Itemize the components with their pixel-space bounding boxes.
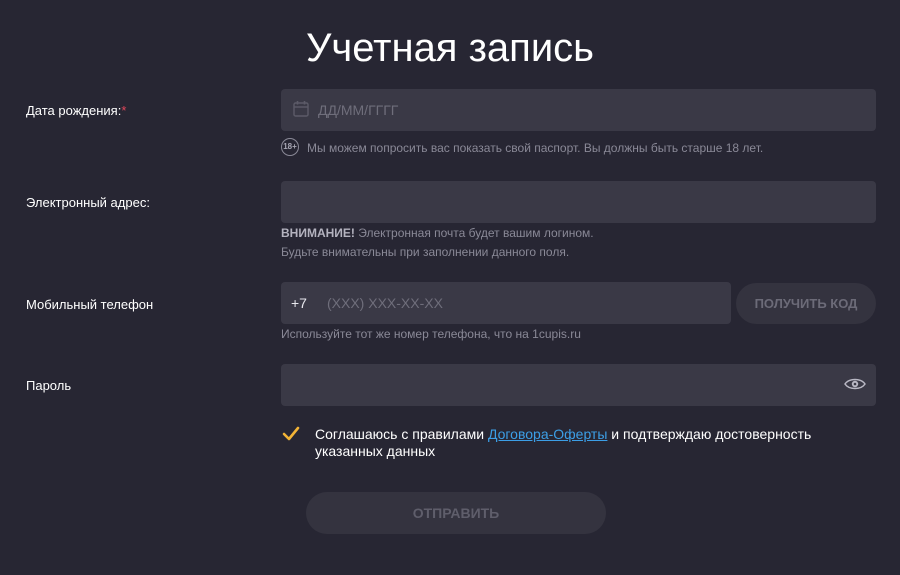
phone-label: Мобильный телефон [26, 297, 154, 312]
page-title: Учетная запись [305, 26, 595, 70]
submit-button[interactable]: ОТПРАВИТЬ [306, 492, 606, 534]
birth-date-label: Дата рождения:* [26, 103, 126, 119]
birth-date-hint: Мы можем попросить вас показать свой пас… [307, 141, 764, 155]
birth-date-label-text: Дата рождения: [26, 103, 122, 118]
age-18-icon: 18+ [281, 138, 299, 156]
birth-date-placeholder: ДД/ММ/ГГГГ [318, 102, 399, 118]
password-input[interactable] [281, 364, 876, 406]
phone-placeholder: (XXX) XXX-XX-XX [327, 295, 443, 311]
email-input[interactable] [281, 181, 876, 223]
email-warning: ВНИМАНИЕ! Электронная почта будет вашим … [281, 224, 594, 243]
phone-hint: Используйте тот же номер телефона, что н… [281, 327, 581, 341]
phone-input[interactable]: +7 (XXX) XXX-XX-XX [281, 282, 731, 324]
password-label: Пароль [26, 378, 72, 393]
agreement-text: Соглашаюсь с правилами Договора-Оферты и… [315, 426, 875, 460]
email-warning-strong: ВНИМАНИЕ! [281, 226, 355, 240]
required-mark: * [121, 103, 127, 118]
email-warning-line2: Будьте внимательны при заполнении данног… [281, 245, 570, 259]
calendar-icon [293, 101, 309, 117]
email-warning-text: Электронная почта будет вашим логином. [354, 226, 594, 240]
birth-date-input[interactable]: ДД/ММ/ГГГГ [281, 89, 876, 131]
offer-contract-link[interactable]: Договора-Оферты [488, 426, 607, 442]
get-code-button[interactable]: ПОЛУЧИТЬ КОД [736, 283, 876, 324]
phone-prefix: +7 [291, 295, 307, 311]
eye-icon[interactable] [844, 376, 866, 392]
agreement-text-before: Соглашаюсь с правилами [315, 426, 488, 442]
email-label: Электронный адрес: [26, 195, 150, 210]
agree-checkbox[interactable] [281, 424, 301, 444]
